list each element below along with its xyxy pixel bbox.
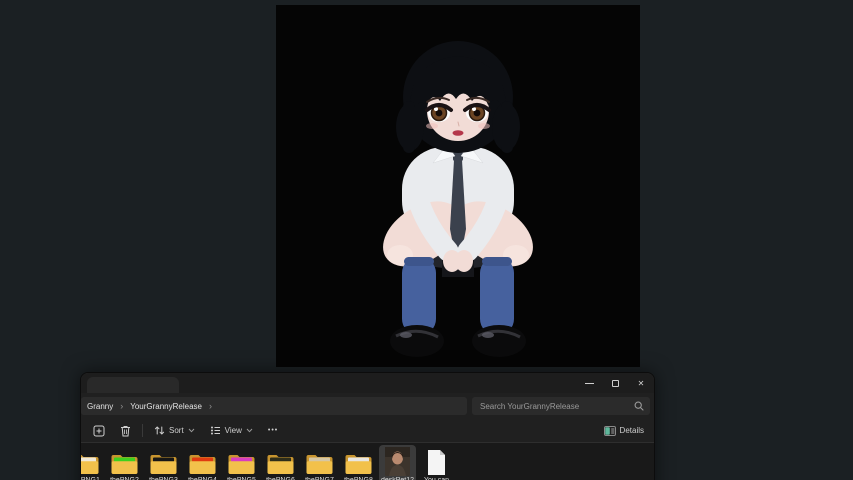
file-item[interactable]: thePNG5 <box>223 445 260 480</box>
breadcrumb[interactable]: Granny › YourGrannyRelease › <box>81 397 467 415</box>
character-image <box>276 5 640 367</box>
toolbar: Sort View ••• <box>81 419 654 443</box>
folder-icon <box>266 446 295 476</box>
close-button[interactable]: ✕ <box>628 373 654 393</box>
file-explorer-window: ✕ Granny › YourGrannyRelease › <box>80 372 655 480</box>
toolbar-divider <box>142 424 143 437</box>
chevron-down-icon <box>188 428 195 433</box>
sort-label: Sort <box>169 426 184 435</box>
file-item[interactable]: thePNG2 <box>106 445 143 480</box>
close-icon: ✕ <box>638 379 645 388</box>
breadcrumb-item-yourgrannyrelease[interactable]: YourGrannyRelease <box>130 402 202 411</box>
chevron-down-icon <box>246 428 253 433</box>
view-icon <box>210 425 221 436</box>
image-viewer[interactable] <box>276 5 640 367</box>
folder-icon <box>149 446 178 476</box>
folder-icon <box>227 446 256 476</box>
details-icon <box>604 426 616 436</box>
file-item[interactable]: You can <box>418 445 455 480</box>
breadcrumb-item-granny[interactable]: Granny <box>87 402 113 411</box>
sort-button[interactable]: Sort <box>150 422 199 439</box>
sort-icon <box>154 425 165 436</box>
address-bar: Granny › YourGrannyRelease › <box>81 393 654 419</box>
file-item[interactable]: thePNG7 <box>301 445 338 480</box>
folder-icon <box>188 446 217 476</box>
more-options-button[interactable]: ••• <box>264 424 282 437</box>
view-label: View <box>225 426 242 435</box>
document-icon <box>426 446 447 476</box>
details-toggle-button[interactable]: Details <box>604 426 644 436</box>
file-item[interactable]: thePNG4 <box>184 445 221 480</box>
file-item[interactable]: deskPet12 <box>379 445 416 480</box>
file-item[interactable]: thePNG8 <box>340 445 377 480</box>
minimize-icon <box>585 383 594 384</box>
minimize-button[interactable] <box>576 373 602 393</box>
file-item[interactable]: thePNG6 <box>262 445 299 480</box>
folder-icon <box>81 446 100 476</box>
folder-icon <box>110 446 139 476</box>
folder-icon <box>305 446 334 476</box>
desktop: ✕ Granny › YourGrannyRelease › <box>0 0 853 480</box>
window-controls: ✕ <box>576 373 654 393</box>
search-input[interactable] <box>472 402 650 411</box>
details-label: Details <box>620 426 644 435</box>
search-icon <box>634 401 644 411</box>
file-list: thePNG1 thePNG2 thePNG3 thePNG4 thePNG5 … <box>81 443 654 480</box>
folder-icon <box>344 446 373 476</box>
maximize-button[interactable] <box>602 373 628 393</box>
file-item[interactable]: thePNG1 <box>81 445 104 480</box>
delete-button[interactable] <box>116 422 135 440</box>
maximize-icon <box>612 380 619 387</box>
view-button[interactable]: View <box>206 422 257 439</box>
chevron-right-icon: › <box>209 402 212 411</box>
trash-icon <box>120 425 131 437</box>
file-item[interactable]: thePNG3 <box>145 445 182 480</box>
search-box[interactable] <box>472 397 650 415</box>
chevron-right-icon: › <box>120 402 123 411</box>
new-item-button[interactable] <box>89 422 109 440</box>
image-thumbnail <box>385 446 410 476</box>
more-icon: ••• <box>268 427 278 434</box>
new-item-icon <box>93 425 105 437</box>
titlebar: ✕ <box>81 373 654 393</box>
explorer-tab[interactable] <box>87 377 179 393</box>
